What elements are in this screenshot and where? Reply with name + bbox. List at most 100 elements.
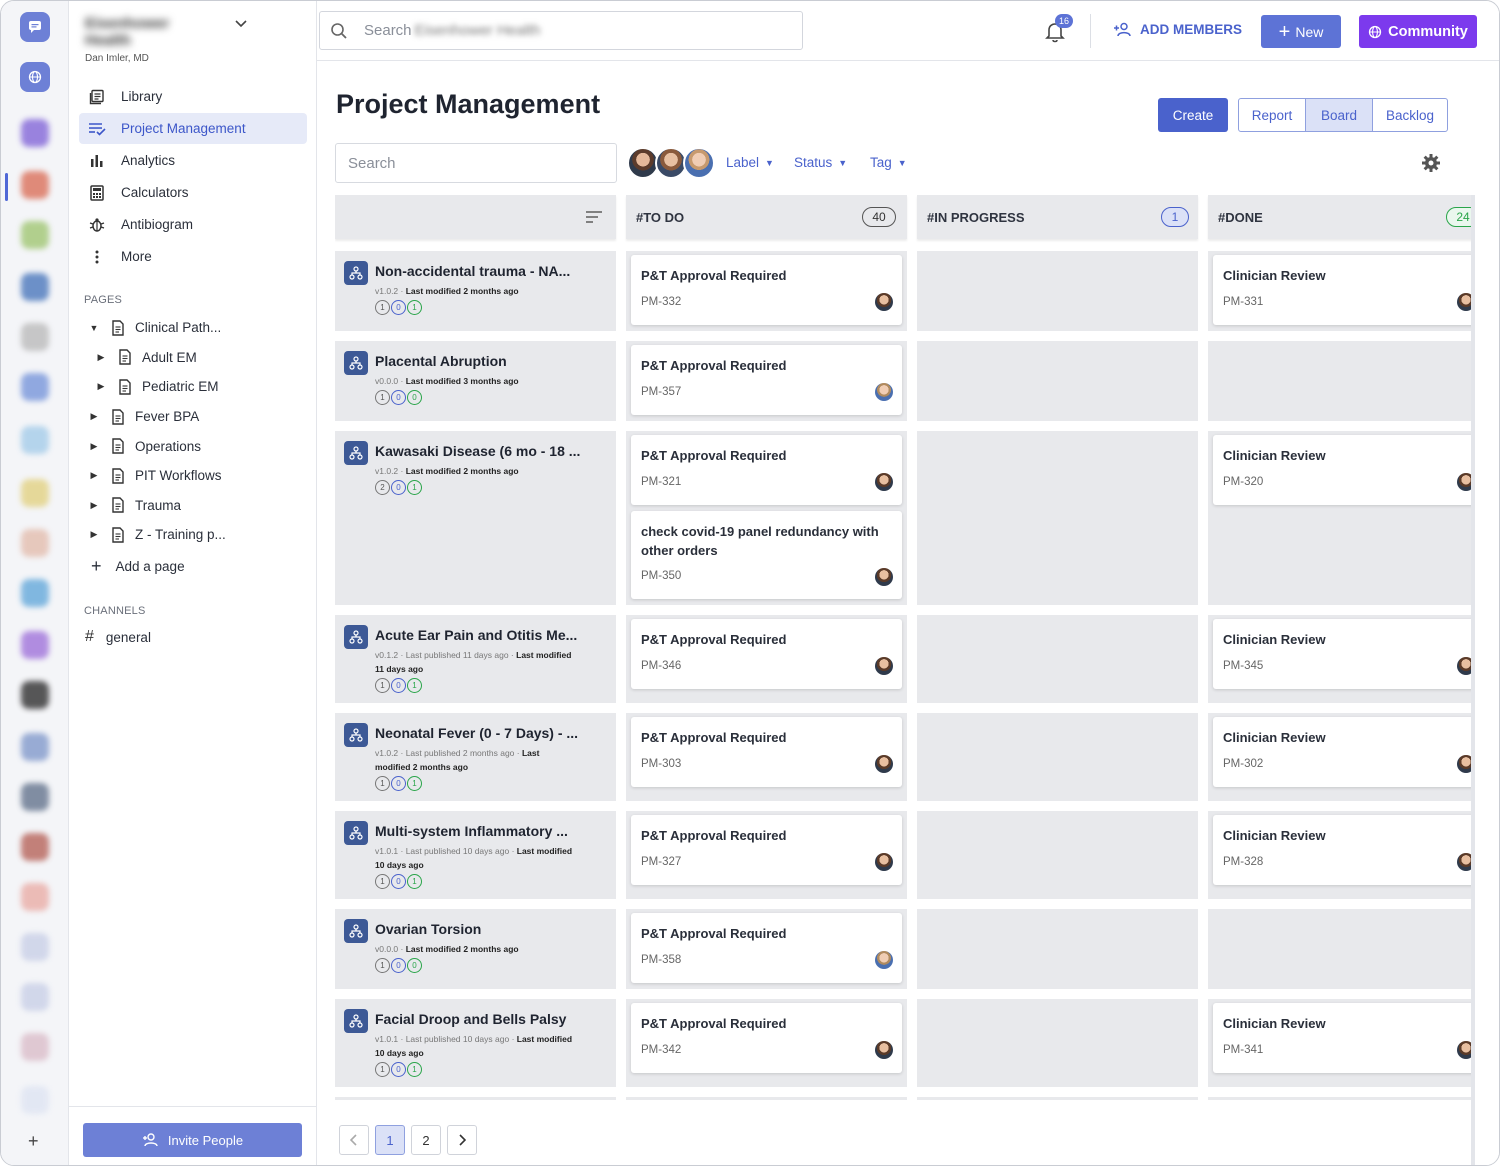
- add-workspace-icon[interactable]: +: [28, 1131, 39, 1152]
- caret-right-icon[interactable]: ▶: [87, 441, 101, 452]
- pathway-title[interactable]: Acute Ear Pain and Otitis Me...: [375, 627, 577, 643]
- sort-icon[interactable]: [585, 210, 603, 224]
- workspace-avatar[interactable]: [21, 171, 49, 199]
- task-card[interactable]: check covid-19 panel redundancy with oth…: [631, 511, 902, 599]
- pathway-row-header[interactable]: Kawasaki Disease (6 mo - 18 ... v1.0.2 · …: [335, 431, 616, 605]
- view-backlog-button[interactable]: Backlog: [1373, 99, 1447, 131]
- workspace-avatar[interactable]: [21, 1086, 49, 1114]
- prev-page-button[interactable]: [339, 1125, 369, 1155]
- workspace-avatar[interactable]: [21, 273, 49, 301]
- caret-right-icon[interactable]: ▶: [94, 381, 108, 392]
- caret-down-icon[interactable]: ▼: [87, 323, 101, 333]
- task-card[interactable]: P&T Approval Required PM-327: [631, 815, 902, 885]
- create-button[interactable]: Create: [1158, 98, 1228, 132]
- page-2-button[interactable]: 2: [411, 1125, 441, 1155]
- workspace-avatar[interactable]: [21, 833, 49, 861]
- workspace-avatar[interactable]: [21, 529, 49, 557]
- chat-icon[interactable]: [20, 12, 50, 42]
- sidebar-item-project-management[interactable]: Project Management: [79, 113, 307, 144]
- page-item-clinical-path[interactable]: ▼ Clinical Path...: [87, 313, 307, 343]
- workspace-avatar[interactable]: [21, 426, 49, 454]
- assignee-avatar[interactable]: [875, 293, 893, 311]
- workspace-avatar[interactable]: [21, 373, 49, 401]
- task-card[interactable]: Clinician Review PM-331: [1213, 255, 1474, 325]
- workspace-avatar[interactable]: [21, 579, 49, 607]
- avatar[interactable]: [683, 147, 715, 179]
- pathway-row-header[interactable]: Neonatal Fever (0 - 7 Days) - ... v1.0.2 …: [335, 713, 616, 801]
- add-page-button[interactable]: + Add a page: [91, 556, 185, 577]
- workspace-avatar[interactable]: [21, 883, 49, 911]
- task-card[interactable]: P&T Approval Required PM-303: [631, 717, 902, 787]
- pathway-row-header[interactable]: Acute Ear Pain and Otitis Me... v0.1.2 · …: [335, 615, 616, 703]
- workspace-avatar[interactable]: [21, 681, 49, 709]
- board-search-input[interactable]: Search: [335, 143, 617, 183]
- status-filter-dropdown[interactable]: Status ▼: [794, 155, 847, 170]
- workspace-avatar[interactable]: [21, 631, 49, 659]
- task-card[interactable]: Clinician Review PM-328: [1213, 815, 1474, 885]
- task-card[interactable]: P&T Approval Required PM-346: [631, 619, 902, 689]
- pathway-row-header[interactable]: Non-accidental trauma - NA... v1.0.2 · La…: [335, 251, 616, 331]
- assignee-avatar[interactable]: [875, 473, 893, 491]
- board-scrollbar[interactable]: [1471, 195, 1475, 1165]
- assignee-avatar[interactable]: [875, 1041, 893, 1059]
- pathway-title[interactable]: Placental Abruption: [375, 353, 507, 369]
- caret-right-icon[interactable]: ▶: [94, 352, 108, 363]
- task-card[interactable]: P&T Approval Required PM-321: [631, 435, 902, 505]
- pathway-row-header[interactable]: Placental Abruption v0.0.0 · Last modifie…: [335, 341, 616, 421]
- assignee-avatar[interactable]: [875, 853, 893, 871]
- workspace-avatar[interactable]: [21, 933, 49, 961]
- workspace-avatar[interactable]: [21, 1033, 49, 1061]
- community-button[interactable]: Community: [1359, 15, 1477, 48]
- caret-right-icon[interactable]: ▶: [87, 500, 101, 511]
- workspace-avatar[interactable]: [21, 323, 49, 351]
- invite-people-button[interactable]: Invite People: [83, 1123, 302, 1157]
- next-page-button[interactable]: [447, 1125, 477, 1155]
- pathway-title[interactable]: Kawasaki Disease (6 mo - 18 ...: [375, 443, 580, 459]
- pathway-title[interactable]: Facial Droop and Bells Palsy: [375, 1011, 566, 1027]
- page-item-pit-workflows[interactable]: ▶ PIT Workflows: [87, 461, 307, 491]
- pathway-title[interactable]: Neonatal Fever (0 - 7 Days) - ...: [375, 725, 578, 741]
- page-item-trauma[interactable]: ▶ Trauma: [87, 491, 307, 521]
- task-card[interactable]: Clinician Review PM-302: [1213, 717, 1474, 787]
- sidebar-item-library[interactable]: Library: [79, 81, 307, 112]
- assignee-avatar[interactable]: [875, 657, 893, 675]
- page-item-pediatric-em[interactable]: ▶ Pediatric EM: [87, 372, 307, 402]
- workspace-avatar[interactable]: [21, 479, 49, 507]
- new-button[interactable]: + New: [1261, 15, 1341, 48]
- view-report-button[interactable]: Report: [1239, 99, 1306, 131]
- workspace-avatar[interactable]: [21, 783, 49, 811]
- chevron-down-icon[interactable]: [235, 17, 247, 31]
- page-item-operations[interactable]: ▶ Operations: [87, 431, 307, 461]
- workspace-avatar[interactable]: [21, 221, 49, 249]
- global-search-input[interactable]: Search Eisenhower Health: [319, 11, 803, 50]
- sidebar-item-calculators[interactable]: Calculators: [79, 177, 307, 208]
- workspace-avatar[interactable]: [21, 733, 49, 761]
- task-card[interactable]: Clinician Review PM-345: [1213, 619, 1474, 689]
- assignee-avatar[interactable]: [875, 755, 893, 773]
- tag-filter-dropdown[interactable]: Tag ▼: [870, 155, 907, 170]
- task-card[interactable]: P&T Approval Required PM-358: [631, 913, 902, 983]
- page-item-z-training[interactable]: ▶ Z - Training p...: [87, 520, 307, 550]
- task-card[interactable]: Clinician Review PM-320: [1213, 435, 1474, 505]
- gear-icon[interactable]: [1421, 153, 1441, 178]
- pathway-title[interactable]: Non-accidental trauma - NA...: [375, 263, 570, 279]
- workspace-avatar[interactable]: [21, 983, 49, 1011]
- task-card[interactable]: P&T Approval Required PM-357: [631, 345, 902, 415]
- task-card[interactable]: Clinician Review PM-341: [1213, 1003, 1474, 1073]
- label-filter-dropdown[interactable]: Label ▼: [726, 155, 774, 170]
- page-item-fever-bpa[interactable]: ▶ Fever BPA: [87, 402, 307, 432]
- sidebar-item-antibiogram[interactable]: Antibiogram: [79, 209, 307, 240]
- sidebar-item-more[interactable]: More: [79, 241, 307, 272]
- pathway-row-header[interactable]: Multi-system Inflammatory ... v1.0.1 · La…: [335, 811, 616, 899]
- workspace-avatar[interactable]: [21, 119, 49, 147]
- task-card[interactable]: P&T Approval Required PM-342: [631, 1003, 902, 1073]
- page-item-adult-em[interactable]: ▶ Adult EM: [87, 343, 307, 373]
- page-1-button[interactable]: 1: [375, 1125, 405, 1155]
- globe-icon[interactable]: [20, 62, 50, 92]
- channel-general[interactable]: # general: [85, 628, 151, 646]
- caret-right-icon[interactable]: ▶: [87, 411, 101, 422]
- sidebar-item-analytics[interactable]: Analytics: [79, 145, 307, 176]
- caret-right-icon[interactable]: ▶: [87, 529, 101, 540]
- assignee-avatar[interactable]: [875, 951, 893, 969]
- pathway-title[interactable]: Ovarian Torsion: [375, 921, 481, 937]
